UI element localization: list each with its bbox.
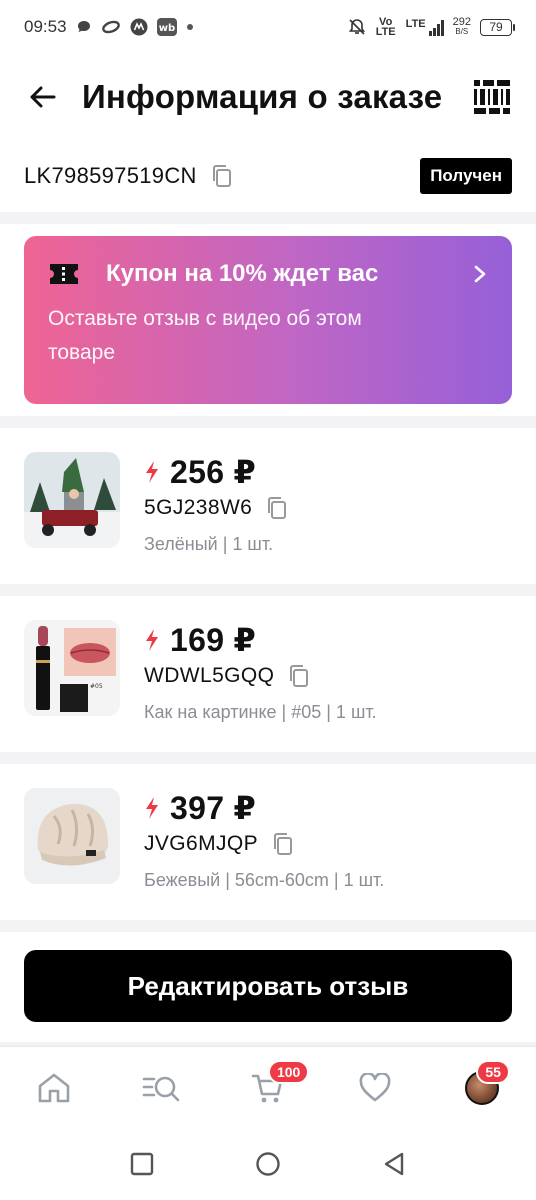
chat-bubble-icon: [77, 21, 90, 32]
status-badge: Получен: [420, 158, 512, 194]
home-icon: [38, 1073, 69, 1102]
ticket-icon: [50, 264, 78, 284]
lte-signal-icon: LTE: [406, 18, 444, 36]
copy-icon[interactable]: [266, 496, 288, 520]
product-sku: WDWL5GQQ: [144, 664, 275, 687]
tab-cart[interactable]: 100: [238, 1058, 310, 1118]
lightning-icon: [146, 461, 158, 483]
coupon-section: Купон на 10% ждет вас Оставьте отзыв с в…: [0, 224, 536, 416]
barcode-icon: [474, 80, 510, 114]
product-item[interactable]: 397 ₽ JVG6MJQP Бежевый | 56cm-60cm | 1 ш…: [0, 764, 536, 920]
product-sku: JVG6MJQP: [144, 832, 259, 855]
product-image-gnome[interactable]: [24, 452, 120, 548]
order-id: LK798597519CN: [24, 163, 197, 188]
product-item[interactable]: #05 169 ₽ WDWL5GQQ Как на картинке | #05…: [0, 596, 536, 752]
cart-count-badge: 100: [267, 1059, 310, 1084]
tab-home[interactable]: [24, 1058, 84, 1118]
copy-icon[interactable]: [272, 832, 294, 856]
edit-review-button[interactable]: Редактировать отзыв: [24, 950, 512, 1022]
mute-bell-icon: [348, 19, 365, 35]
order-id-row: LK798597519CN Получен: [0, 140, 536, 212]
product-image-lipstick[interactable]: #05: [24, 620, 120, 716]
recent-apps-button[interactable]: [130, 1152, 154, 1176]
product-price: 256 ₽: [170, 454, 257, 490]
wb-app-icon: wb: [156, 18, 177, 36]
product-sku: 5GJ238W6: [144, 496, 253, 519]
product-price: 169 ₽: [170, 622, 257, 658]
profile-notification-badge: 55: [476, 1059, 510, 1084]
page-title: Информация о заказе: [82, 78, 443, 115]
product-price: 397 ₽: [170, 790, 257, 826]
barcode-button[interactable]: [472, 77, 512, 117]
dot-icon: [186, 24, 193, 30]
action-bar: Редактировать отзыв: [0, 932, 536, 1042]
svg-text:#05: #05: [90, 683, 103, 690]
product-item[interactable]: 256 ₽ 5GJ238W6 Зелёный | 1 шт.: [0, 428, 536, 584]
page-header: Информация о заказе: [0, 54, 536, 140]
lightning-icon: [146, 629, 158, 651]
product-variant: Зелёный | 1 шт.: [144, 534, 274, 554]
volte-indicator: Vo LTE: [375, 16, 396, 38]
coupon-subtitle: Оставьте отзыв с видео об этом товаре: [48, 307, 362, 364]
status-time: 09:53: [24, 17, 67, 36]
lightning-icon: [146, 797, 158, 819]
chevron-right-icon: [474, 265, 486, 283]
coupon-banner[interactable]: Купон на 10% ждет вас Оставьте отзыв с в…: [24, 236, 512, 404]
back-nav-button[interactable]: [382, 1151, 406, 1177]
status-bar: 09:53 wb Vo LTE LTE 292 B/S 79: [0, 0, 536, 54]
tab-catalog[interactable]: [131, 1058, 191, 1118]
oval-app-icon: [101, 20, 120, 34]
bottom-tab-bar: 100 55: [0, 1046, 536, 1128]
lte-label: LTE: [405, 18, 426, 30]
favorites-heart-icon: [359, 1072, 391, 1101]
system-navigation-bar: [0, 1128, 536, 1200]
m-app-icon: [130, 18, 148, 36]
product-image-beanie[interactable]: [24, 788, 120, 884]
back-button[interactable]: [24, 79, 60, 115]
copy-icon[interactable]: [288, 664, 310, 688]
tab-favorites[interactable]: [345, 1058, 405, 1118]
battery-indicator: 79: [480, 18, 515, 36]
tab-profile[interactable]: 55: [452, 1058, 512, 1118]
catalog-search-icon: [142, 1076, 180, 1101]
product-variant: Как на картинке | #05 | 1 шт.: [144, 702, 377, 722]
coupon-title: Купон на 10% ждет вас: [106, 260, 379, 287]
svg-text:wb: wb: [158, 23, 174, 34]
copy-icon[interactable]: [211, 164, 233, 188]
arrow-left-icon: [30, 86, 56, 108]
product-variant: Бежевый | 56cm-60cm | 1 шт.: [144, 870, 385, 890]
net-speed: 292 B/S: [452, 16, 471, 37]
home-button[interactable]: [255, 1151, 281, 1177]
